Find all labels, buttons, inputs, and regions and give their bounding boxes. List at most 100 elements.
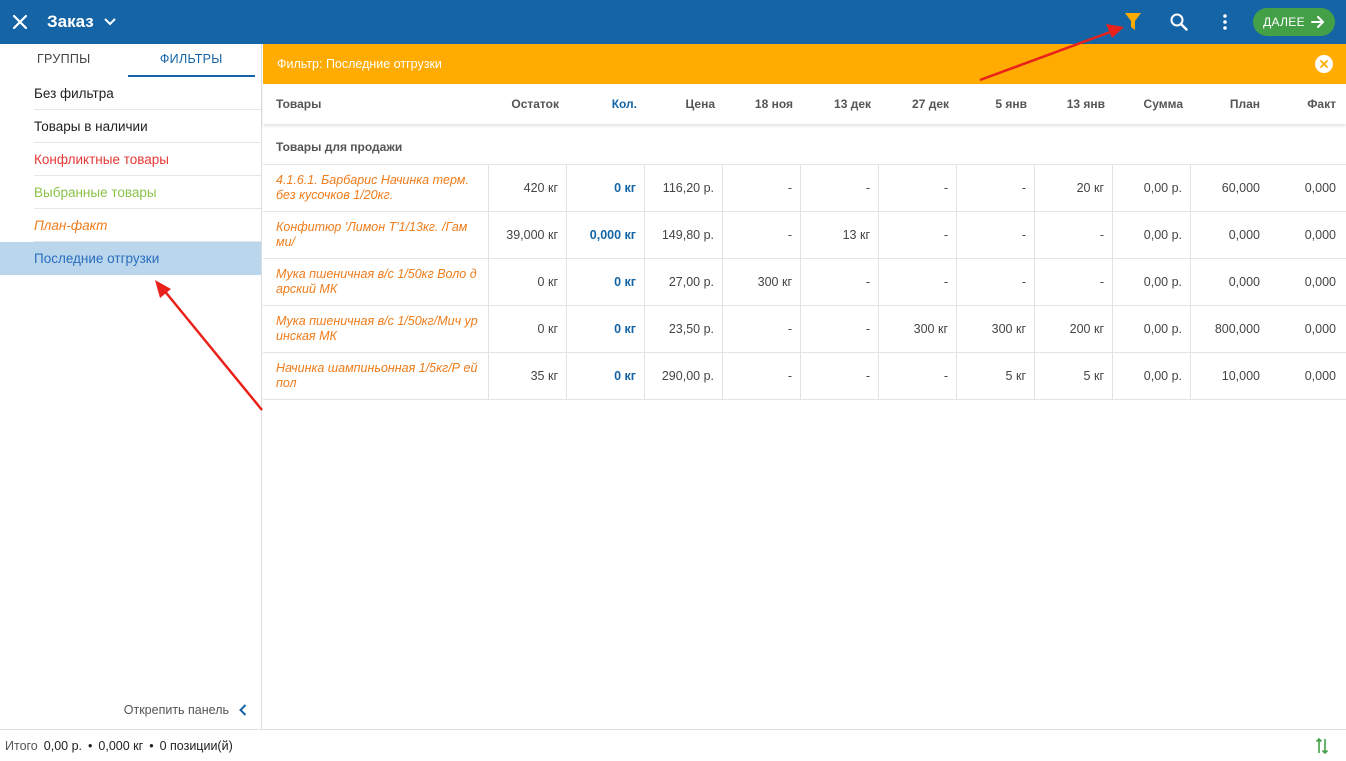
app-bar: Заказ ДАЛЕЕ <box>0 0 1346 44</box>
totals-label: Итого <box>5 738 38 753</box>
cell-qty[interactable]: 0 кг <box>567 353 645 399</box>
cell-product-name[interactable]: Мука пшеничная в/с 1/50кг Воло дарский М… <box>263 259 489 305</box>
column-header-qty[interactable]: Кол. <box>567 97 645 111</box>
totals-qty: 0,000 кг <box>98 738 144 753</box>
cell-date-4: - <box>957 212 1035 258</box>
totals-positions: 0 позиции(й) <box>159 738 233 753</box>
cell-price: 23,50 р. <box>645 306 723 352</box>
cell-product-name[interactable]: Конфитюр 'Лимон Т'1/13кг. /Гам ми/ <box>263 212 489 258</box>
totals-sum: 0,00 р. <box>43 738 82 753</box>
cell-price: 290,00 р. <box>645 353 723 399</box>
sort-button[interactable] <box>1315 737 1329 758</box>
table-body: 4.1.6.1. Барбарис Начинка терм. без кусо… <box>263 165 1346 400</box>
close-icon <box>1320 60 1328 68</box>
cell-date-4: - <box>957 259 1035 305</box>
main-content: Фильтр: Последние отгрузки Товары Остато… <box>263 44 1346 729</box>
cell-qty[interactable]: 0 кг <box>567 306 645 352</box>
cell-date-3: - <box>879 165 957 211</box>
cell-date-2: - <box>801 165 879 211</box>
column-header-sum[interactable]: Сумма <box>1113 97 1191 111</box>
cell-product-name[interactable]: Начинка шампиньонная 1/5кг/Р ейпол <box>263 353 489 399</box>
filter-item-selected[interactable]: Выбранные товары <box>0 176 261 209</box>
column-header-plan[interactable]: План <box>1191 97 1268 111</box>
cell-date-5: 200 кг <box>1035 306 1113 352</box>
cell-date-5: - <box>1035 259 1113 305</box>
cell-stock: 0 кг <box>489 306 567 352</box>
column-header-products[interactable]: Товары <box>263 97 489 111</box>
column-header-price[interactable]: Цена <box>645 97 723 111</box>
cell-product-name[interactable]: Мука пшеничная в/с 1/50кг/Мич уринская М… <box>263 306 489 352</box>
cell-date-2: 13 кг <box>801 212 879 258</box>
tab-groups[interactable]: ГРУППЫ <box>0 44 128 77</box>
filter-item-no-filter[interactable]: Без фильтра <box>0 77 261 110</box>
page-title: Заказ <box>47 12 94 31</box>
cell-fact: 0,000 <box>1304 228 1336 242</box>
chevron-down-icon <box>104 18 116 26</box>
cell-price: 27,00 р. <box>645 259 723 305</box>
cell-date-3: - <box>879 353 957 399</box>
column-header-date-4[interactable]: 5 янв <box>957 97 1035 111</box>
filter-list: Без фильтра Товары в наличии Конфликтные… <box>0 77 261 275</box>
filter-item-plan-fact[interactable]: План-факт <box>0 209 261 242</box>
cell-date-3: - <box>879 259 957 305</box>
table-row[interactable]: Мука пшеничная в/с 1/50кг Воло дарский М… <box>263 259 1346 306</box>
cell-date-4: 300 кг <box>957 306 1035 352</box>
table-row[interactable]: 4.1.6.1. Барбарис Начинка терм. без кусо… <box>263 165 1346 212</box>
totals-bar: Итого 0,00 р. • 0,000 кг • 0 позиции(й) <box>0 729 1346 761</box>
cell-date-5: 5 кг <box>1035 353 1113 399</box>
cell-fact: 0,000 <box>1304 275 1336 289</box>
unpin-panel-label: Открепить панель <box>123 703 229 717</box>
cell-date-3: - <box>879 212 957 258</box>
clear-filter-button[interactable] <box>1315 55 1333 73</box>
table-row[interactable]: Начинка шампиньонная 1/5кг/Р ейпол 35 кг 0… <box>263 353 1346 400</box>
search-button[interactable] <box>1156 0 1202 44</box>
cell-date-1: - <box>723 165 801 211</box>
next-button-label: ДАЛЕЕ <box>1263 15 1305 29</box>
cell-plan: 0,000 <box>1228 228 1260 242</box>
cell-product-name[interactable]: 4.1.6.1. Барбарис Начинка терм. без кусо… <box>263 165 489 211</box>
filter-item-recent-shipments[interactable]: Последние отгрузки <box>0 242 261 275</box>
table-row[interactable]: Мука пшеничная в/с 1/50кг/Мич уринская М… <box>263 306 1346 353</box>
chevron-left-icon <box>239 704 247 716</box>
column-header-fact[interactable]: Факт <box>1268 97 1344 111</box>
cell-date-5: - <box>1035 212 1113 258</box>
cell-stock: 35 кг <box>489 353 567 399</box>
cell-qty[interactable]: 0 кг <box>567 165 645 211</box>
cell-plan: 800,000 <box>1214 322 1260 336</box>
cell-fact: 0,000 <box>1304 322 1336 336</box>
arrow-right-icon <box>1310 16 1324 28</box>
more-menu-button[interactable] <box>1202 0 1248 44</box>
close-button[interactable] <box>0 0 40 44</box>
cell-date-5: 20 кг <box>1035 165 1113 211</box>
tab-filters[interactable]: ФИЛЬТРЫ <box>127 44 255 77</box>
cell-stock: 420 кг <box>489 165 567 211</box>
cell-plan: 10,000 <box>1221 369 1260 383</box>
cell-plan: 60,000 <box>1221 181 1260 195</box>
filter-item-in-stock[interactable]: Товары в наличии <box>0 110 261 143</box>
side-panel: ГРУППЫ ФИЛЬТРЫ Без фильтра Товары в нали… <box>0 44 262 729</box>
cell-date-2: - <box>801 353 879 399</box>
order-title-dropdown[interactable]: Заказ <box>47 12 116 32</box>
filter-button[interactable] <box>1110 0 1156 44</box>
unpin-panel-button[interactable]: Открепить панель <box>124 703 247 717</box>
cell-sum: 0,00 р. <box>1113 165 1191 211</box>
cell-date-2: - <box>801 259 879 305</box>
sort-arrows-icon <box>1315 737 1329 755</box>
cell-qty[interactable]: 0,000 кг <box>567 212 645 258</box>
column-header-date-2[interactable]: 13 дек <box>801 97 879 111</box>
side-tabs: ГРУППЫ ФИЛЬТРЫ <box>0 44 261 77</box>
table-row[interactable]: Конфитюр 'Лимон Т'1/13кг. /Гам ми/39,000… <box>263 212 1346 259</box>
filter-icon <box>1125 13 1141 30</box>
column-header-date-5[interactable]: 13 янв <box>1035 97 1113 111</box>
cell-date-1: 300 кг <box>723 259 801 305</box>
cell-qty[interactable]: 0 кг <box>567 259 645 305</box>
cell-date-1: - <box>723 212 801 258</box>
column-header-date-1[interactable]: 18 ноя <box>723 97 801 111</box>
filter-banner-text: Фильтр: Последние отгрузки <box>277 57 442 71</box>
next-button[interactable]: ДАЛЕЕ <box>1253 8 1335 36</box>
cell-sum: 0,00 р. <box>1113 259 1191 305</box>
cell-sum: 0,00 р. <box>1113 353 1191 399</box>
filter-item-conflict[interactable]: Конфликтные товары <box>0 143 261 176</box>
column-header-date-3[interactable]: 27 дек <box>879 97 957 111</box>
column-header-stock[interactable]: Остаток <box>489 97 567 111</box>
